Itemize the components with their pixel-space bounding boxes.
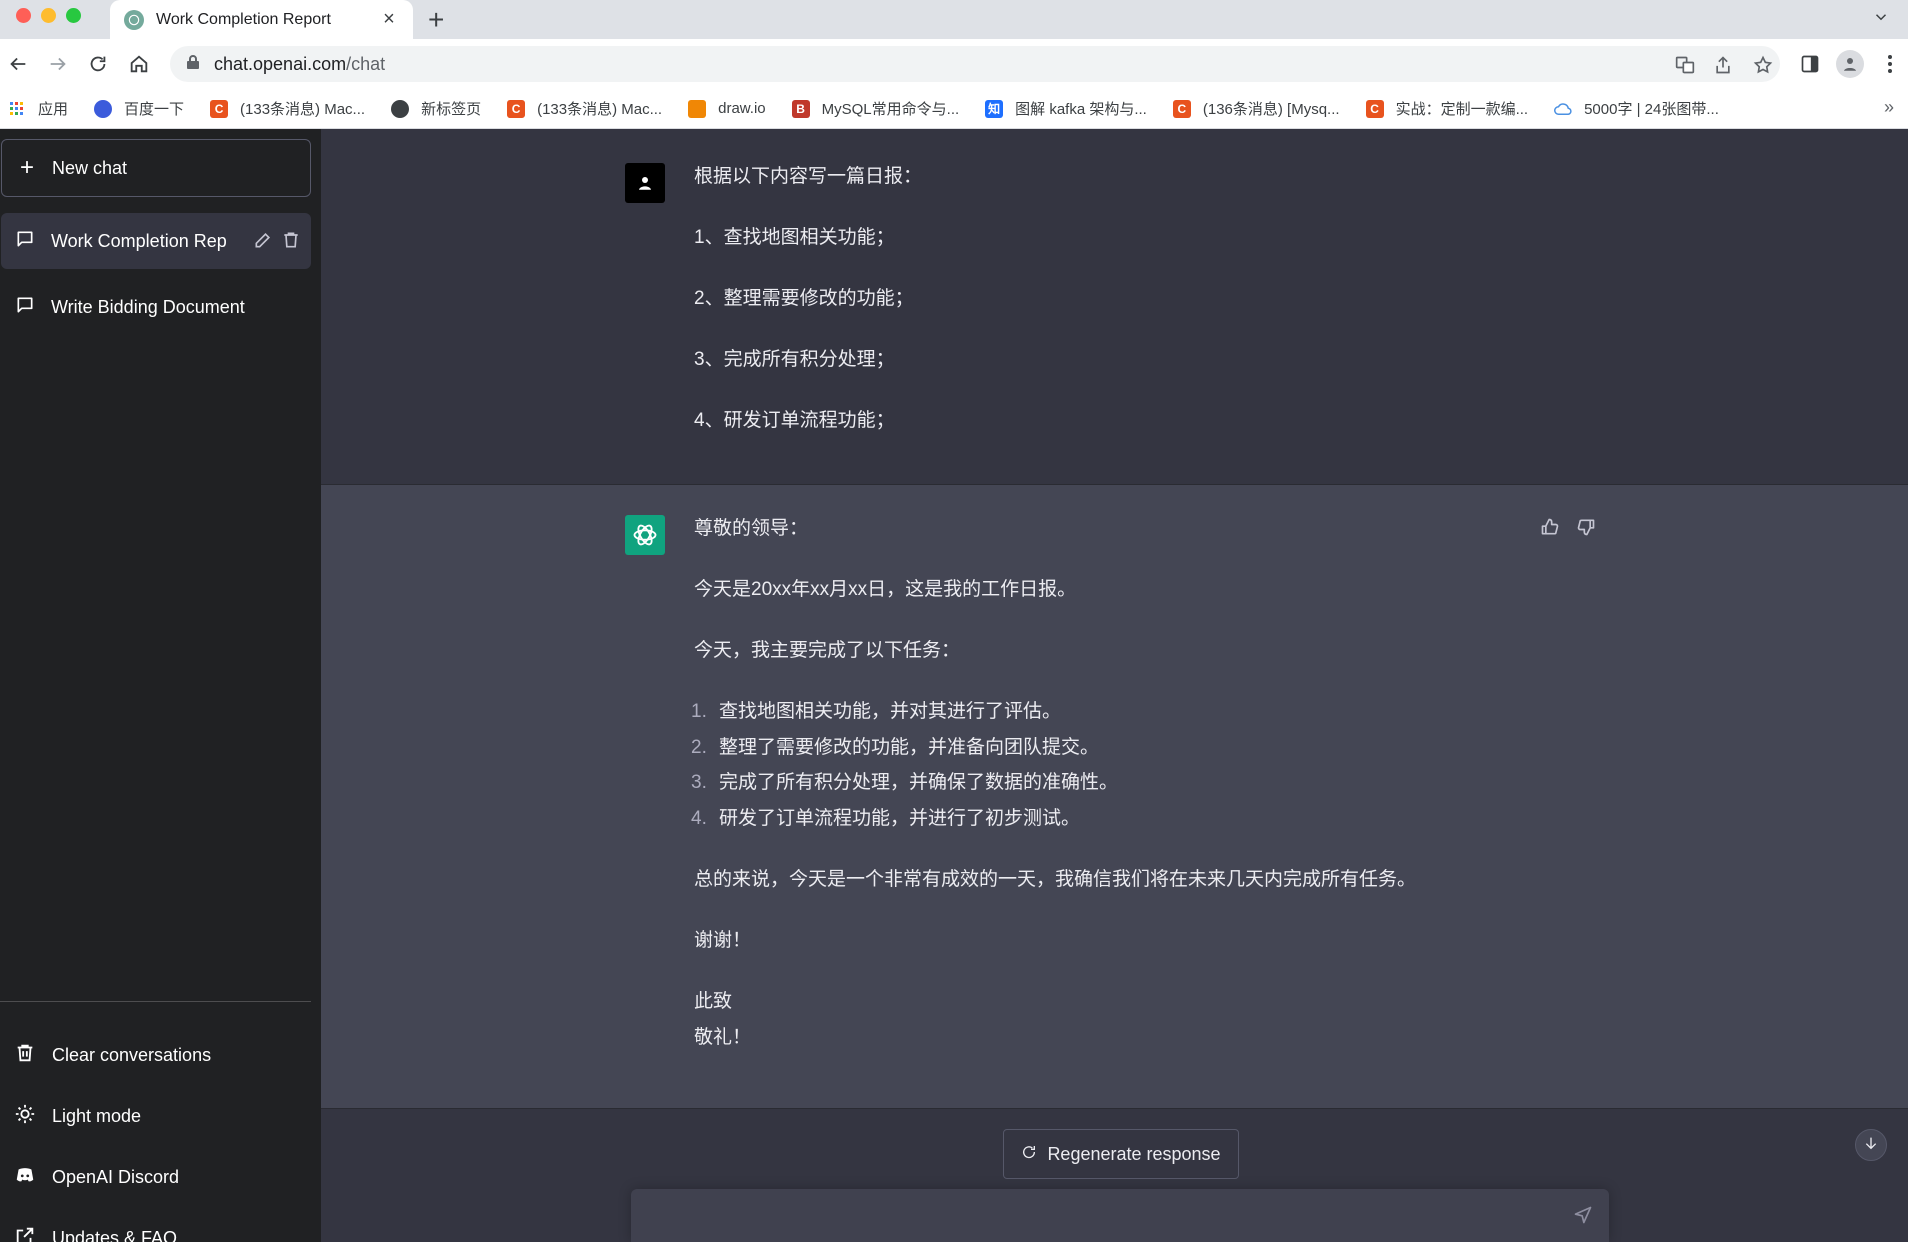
back-arrow-icon[interactable] — [6, 52, 30, 76]
url-text: chat.openai.com/chat — [214, 53, 386, 74]
csdn-icon: C — [210, 99, 229, 118]
arrow-down-icon — [1863, 1135, 1879, 1156]
bookmark-apps[interactable]: 应用 — [8, 98, 68, 119]
edit-pencil-icon[interactable] — [253, 230, 273, 255]
browser-tabstrip: Work Completion Report × + — [0, 0, 1908, 39]
conversation-actions — [253, 230, 301, 255]
bookmarks-bar: 应用 百度一下 C (133条消息) Mac... 新标签页 C (133条消息… — [0, 89, 1908, 129]
regenerate-response-button[interactable]: Regenerate response — [1003, 1129, 1239, 1179]
bookmark-csdn-1[interactable]: C (133条消息) Mac... — [210, 98, 365, 119]
user-message-line: 4、研发订单流程功能； — [694, 410, 895, 431]
chatgpt-logo-icon — [625, 515, 665, 555]
globe-icon — [391, 99, 410, 118]
csdn-icon: C — [1365, 99, 1384, 118]
chat-main: 根据以下内容写一篇日报： 1、查找地图相关功能； 2、整理需要修改的功能； 3、… — [321, 129, 1908, 1242]
thumbs-down-icon[interactable] — [1576, 517, 1596, 537]
address-bar[interactable]: chat.openai.com/chat — [170, 46, 1780, 82]
assistant-greeting: 尊敬的领导： — [694, 518, 809, 539]
sidebar-divider — [0, 1001, 311, 1002]
mysql-site-icon: B — [791, 99, 810, 118]
assistant-thanks: 谢谢！ — [694, 930, 752, 951]
assistant-closing: 此致 — [694, 991, 733, 1012]
message-composer — [631, 1189, 1609, 1242]
user-message-line: 3、完成所有积分处理； — [694, 349, 895, 370]
csdn-icon: C — [1172, 99, 1191, 118]
sun-icon — [14, 1103, 36, 1130]
new-tab-button[interactable]: + — [428, 4, 444, 36]
user-message-line: 1、查找地图相关功能； — [694, 227, 895, 248]
task-list-item: 4. 研发了订单流程功能，并进行了初步测试。 — [691, 808, 1081, 829]
bookmark-new-tab[interactable]: 新标签页 — [391, 98, 481, 119]
user-message: 根据以下内容写一篇日报： 1、查找地图相关功能； 2、整理需要修改的功能； 3、… — [321, 129, 1908, 485]
tab-close-icon[interactable]: × — [379, 8, 399, 31]
assistant-tasks-intro: 今天，我主要完成了以下任务： — [694, 640, 961, 661]
bookmark-drawio[interactable]: draw.io — [688, 99, 766, 118]
assistant-closing: 敬礼！ — [694, 1027, 752, 1048]
bookmark-mysql[interactable]: B MySQL常用命令与... — [791, 98, 959, 119]
apps-grid-icon — [8, 100, 26, 118]
home-icon[interactable] — [127, 52, 151, 76]
scroll-to-bottom-button[interactable] — [1855, 1129, 1887, 1161]
conversation-item-bidding[interactable]: Write Bidding Document — [1, 279, 311, 335]
csdn-icon: C — [507, 99, 526, 118]
bookmark-csdn-4[interactable]: C 实战：定制一款编... — [1365, 98, 1528, 119]
task-list-item: 2. 整理了需要修改的功能，并准备向团队提交。 — [691, 737, 1100, 758]
delete-trash-icon[interactable] — [281, 230, 301, 255]
message-input[interactable] — [647, 1201, 1547, 1231]
drawio-icon — [688, 99, 707, 118]
window-close-button[interactable] — [16, 8, 31, 23]
thumbs-up-icon[interactable] — [1540, 517, 1560, 537]
bookmark-csdn-3[interactable]: C (136条消息) [Mysq... — [1172, 98, 1340, 119]
window-zoom-button[interactable] — [66, 8, 81, 23]
bookmark-csdn-2[interactable]: C (133条消息) Mac... — [507, 98, 662, 119]
translate-icon[interactable] — [1674, 54, 1696, 76]
openai-discord-link[interactable]: OpenAI Discord — [14, 1157, 179, 1197]
bookmark-cloud[interactable]: 5000字 | 24张图带... — [1554, 98, 1719, 119]
assistant-summary: 总的来说，今天是一个非常有成效的一天，我确信我们将在未来几天内完成所有任务。 — [694, 869, 1417, 890]
plus-icon: + — [20, 154, 35, 181]
bookmark-kafka[interactable]: 知 图解 kafka 架构与... — [985, 98, 1147, 119]
zhihu-icon: 知 — [985, 99, 1004, 118]
tab-title: Work Completion Report — [156, 10, 331, 28]
browser-menu-icon[interactable] — [1878, 52, 1902, 76]
external-link-icon — [14, 1225, 36, 1242]
browser-tab[interactable]: Work Completion Report × — [110, 0, 413, 39]
chat-bubble-icon — [15, 229, 35, 254]
bookmarks-overflow-chevron[interactable]: » — [1884, 97, 1894, 118]
baidu-paw-icon — [94, 99, 113, 118]
refresh-icon — [1021, 1144, 1037, 1165]
openai-favicon-icon — [124, 9, 144, 30]
reload-icon[interactable] — [86, 52, 110, 76]
trash-icon — [14, 1042, 36, 1069]
bookmark-baidu[interactable]: 百度一下 — [94, 98, 184, 119]
window-minimize-button[interactable] — [41, 8, 56, 23]
light-mode-button[interactable]: Light mode — [14, 1096, 141, 1136]
lock-icon — [186, 54, 200, 75]
user-message-line: 2、整理需要修改的功能； — [694, 288, 914, 309]
forward-arrow-icon[interactable] — [46, 52, 70, 76]
tab-search-chevron-icon[interactable] — [1872, 8, 1890, 31]
updates-faq-link[interactable]: Updates & FAQ — [14, 1218, 177, 1242]
conversation-item-work-completion[interactable]: Work Completion Rep — [1, 213, 311, 269]
new-chat-button[interactable]: + New chat — [1, 139, 311, 197]
user-avatar-icon — [625, 163, 665, 203]
share-icon[interactable] — [1712, 54, 1734, 76]
sidebar: + New chat Work Completion Rep Write Bid… — [0, 129, 321, 1242]
user-message-line: 根据以下内容写一篇日报： — [694, 166, 923, 187]
browser-toolbar: chat.openai.com/chat — [0, 39, 1908, 89]
cloud-icon — [1554, 100, 1572, 118]
side-panel-icon[interactable] — [1798, 52, 1822, 76]
task-list-item: 1. 查找地图相关功能，并对其进行了评估。 — [691, 701, 1062, 722]
discord-icon — [14, 1164, 36, 1191]
profile-avatar-icon[interactable] — [1836, 50, 1864, 78]
send-icon[interactable] — [1573, 1205, 1593, 1230]
assistant-intro: 今天是20xx年xx月xx日，这是我的工作日报。 — [694, 579, 1077, 600]
clear-conversations-button[interactable]: Clear conversations — [14, 1035, 211, 1075]
bookmark-star-icon[interactable] — [1752, 54, 1774, 76]
task-list-item: 3. 完成了所有积分处理，并确保了数据的准确性。 — [691, 772, 1119, 793]
chat-bubble-icon — [15, 295, 35, 320]
assistant-message: 尊敬的领导： 今天是20xx年xx月xx日，这是我的工作日报。 今天，我主要完成… — [321, 485, 1908, 1109]
